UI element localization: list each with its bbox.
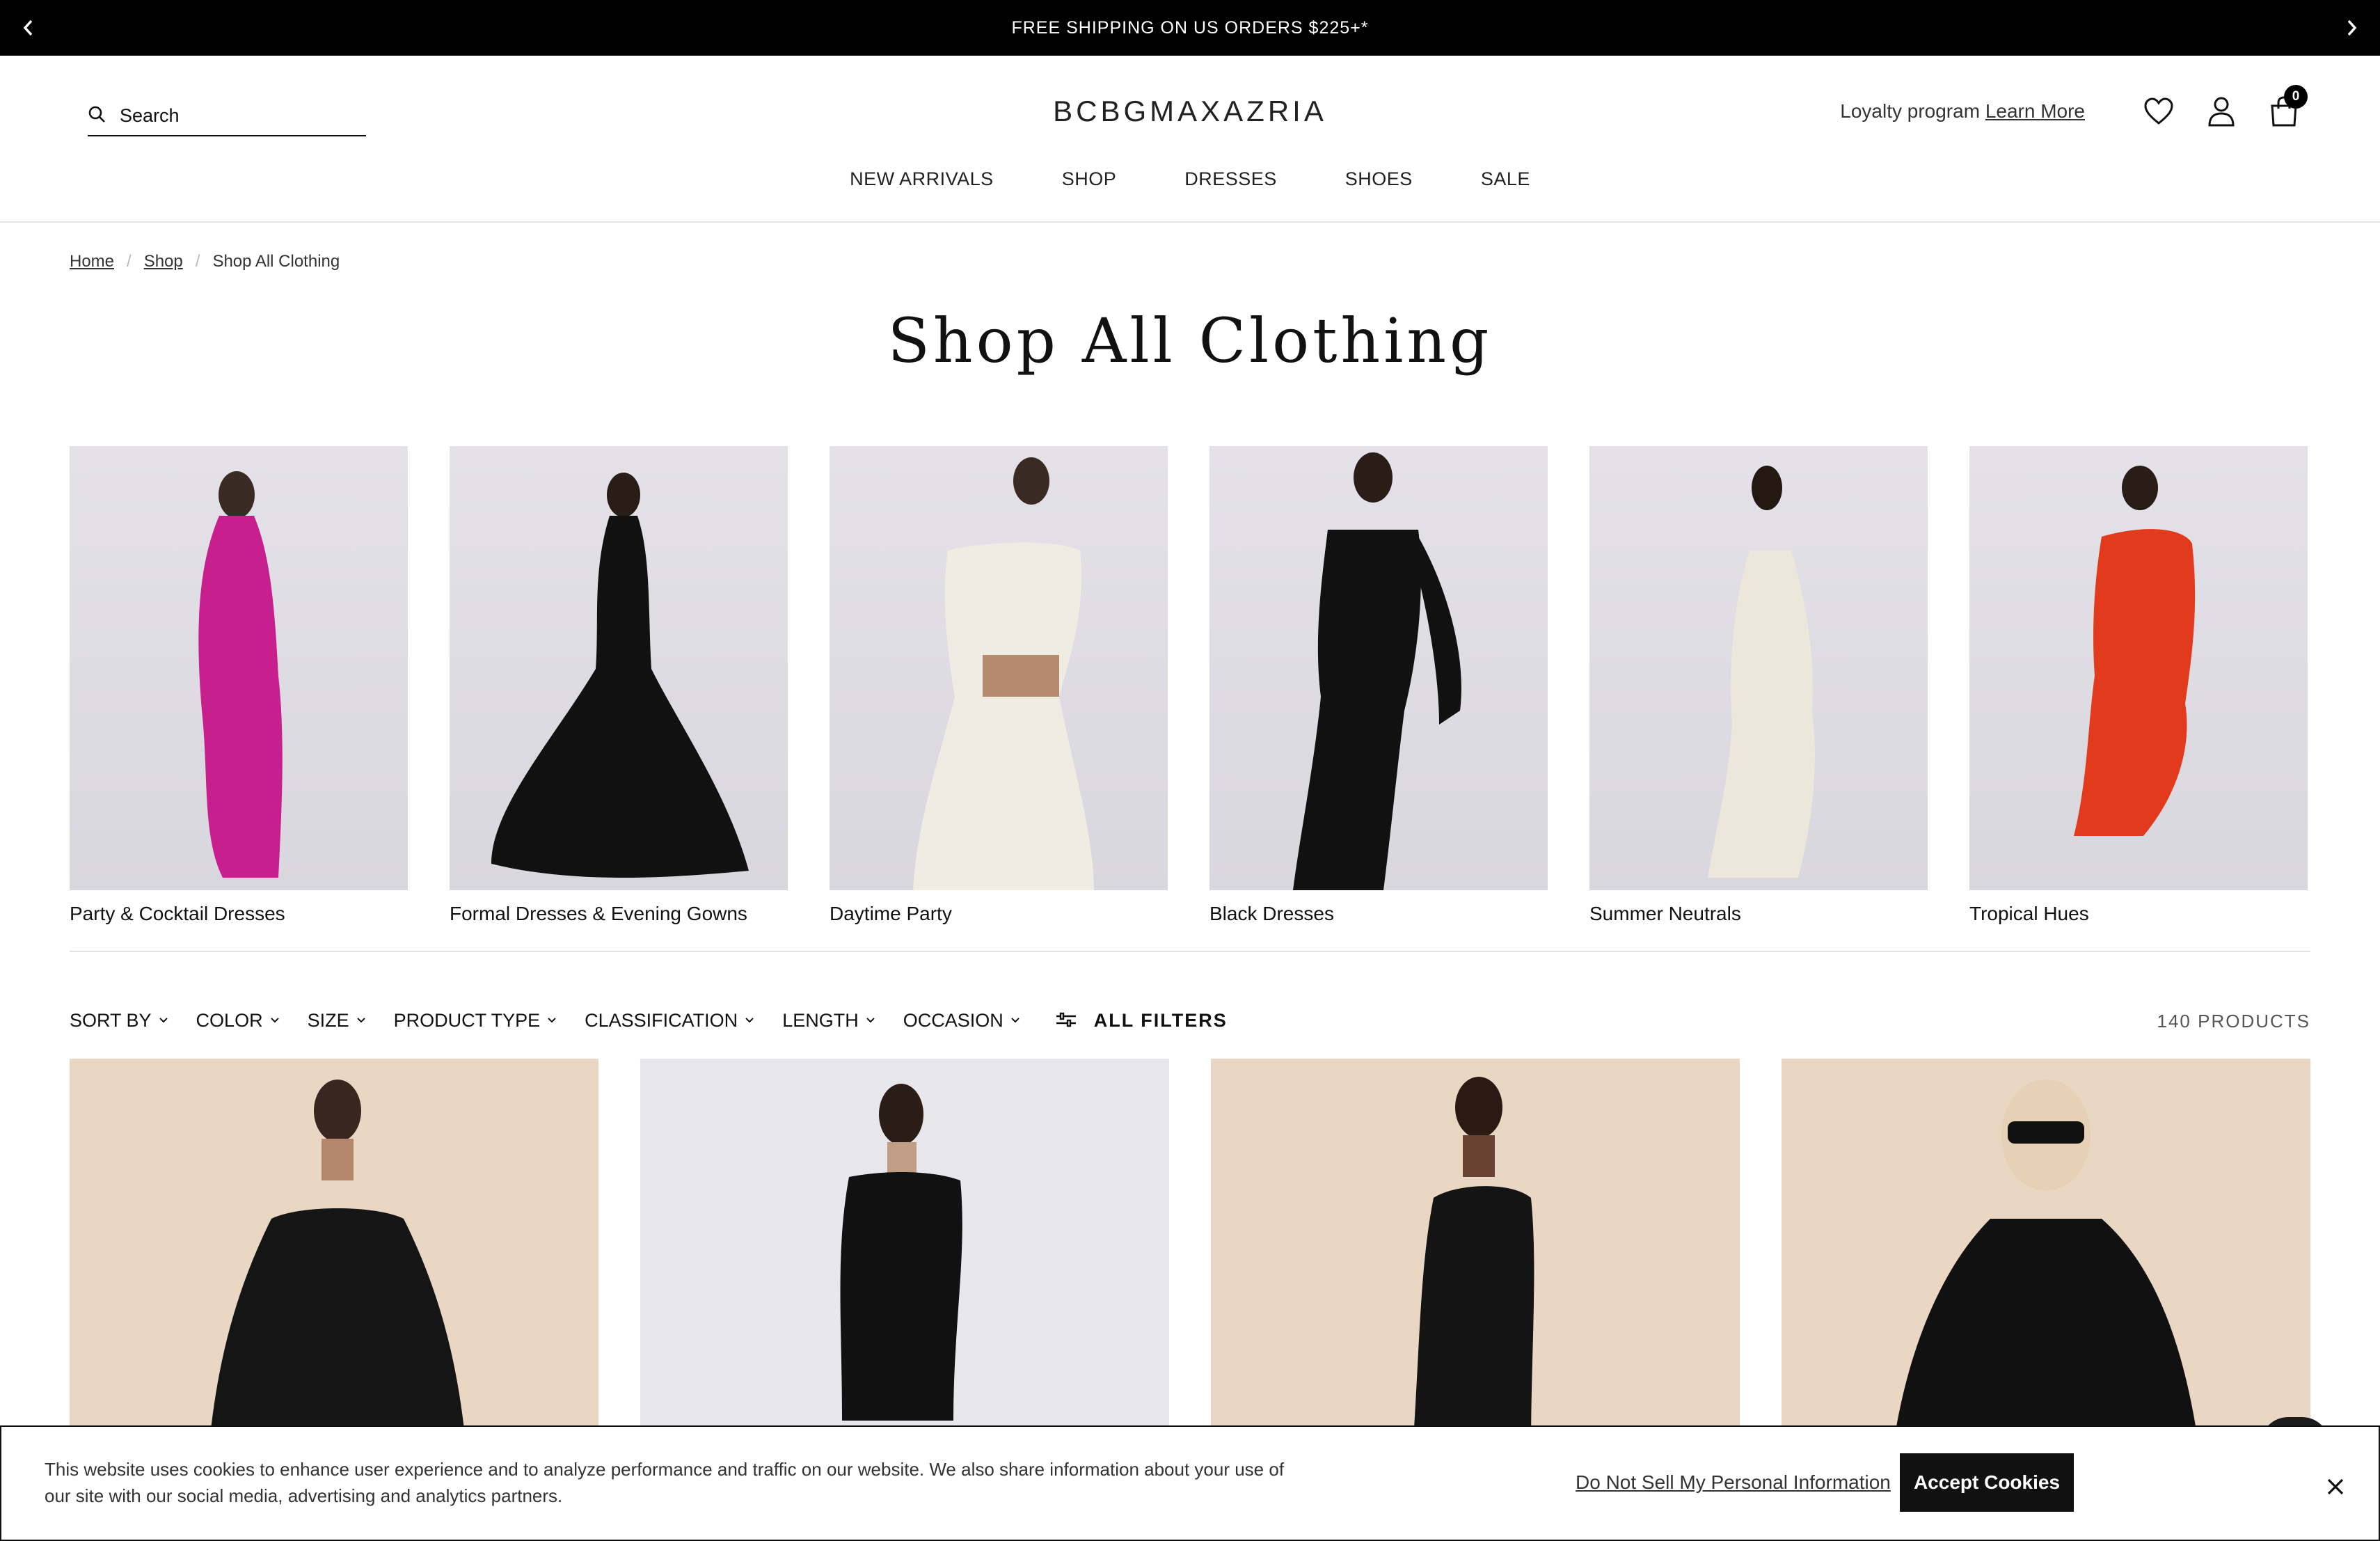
chevron-left-icon[interactable]	[0, 0, 56, 56]
category-tile[interactable]: Party & Cocktail Dresses	[70, 446, 408, 925]
chevron-down-icon	[866, 1018, 875, 1023]
breadcrumb-home[interactable]: Home	[70, 252, 114, 271]
product-count: 140 PRODUCTS	[2157, 1011, 2310, 1032]
category-tile[interactable]: Black Dresses	[1209, 446, 1548, 925]
account-icon[interactable]	[2202, 92, 2241, 131]
main-nav: NEW ARRIVALS SHOP DRESSES SHOES SALE	[0, 168, 2380, 190]
category-image	[70, 446, 408, 890]
breadcrumb-current: Shop All Clothing	[212, 252, 340, 271]
product-card[interactable]	[70, 1059, 598, 1448]
model-figure	[198, 471, 283, 878]
page-title: Shop All Clothing	[887, 305, 1493, 377]
category-tile[interactable]: Summer Neutrals	[1589, 446, 1928, 925]
loyalty-text: Loyalty program	[1840, 100, 1981, 122]
nav-dresses[interactable]: DRESSES	[1184, 168, 1277, 190]
category-image	[1209, 446, 1548, 890]
nav-sale[interactable]: SALE	[1481, 168, 1530, 190]
category-image	[1969, 446, 2308, 890]
announcement-message[interactable]: FREE SHIPPING ON US ORDERS $225+*	[1011, 18, 1368, 38]
model-figure	[1293, 452, 1461, 890]
sliders-icon	[1056, 1012, 1076, 1027]
filter-label: SORT BY	[70, 1009, 152, 1031]
product-grid	[70, 1059, 2310, 1448]
heart-icon[interactable]	[2139, 92, 2178, 131]
chevron-down-icon	[1011, 1018, 1020, 1023]
search-icon	[88, 105, 106, 127]
nav-shoes[interactable]: SHOES	[1345, 168, 1413, 190]
model-figure	[2074, 466, 2196, 836]
do-not-sell-link[interactable]: Do Not Sell My Personal Information	[1576, 1471, 1891, 1494]
chevron-down-icon	[548, 1018, 556, 1023]
product-card[interactable]	[1782, 1059, 2310, 1448]
all-filters-button[interactable]: ALL FILTERS	[1056, 1010, 1228, 1032]
cart-icon[interactable]: 0	[2264, 85, 2308, 131]
chevron-down-icon	[745, 1018, 754, 1023]
breadcrumb-separator: /	[195, 252, 200, 271]
site-header: BCBGMAXAZRIA Loyalty program Learn More …	[0, 56, 2380, 223]
chevron-right-icon[interactable]	[2324, 0, 2380, 56]
filter-sort-by[interactable]: SORT BY	[70, 1010, 168, 1032]
product-image	[840, 1084, 962, 1421]
category-label[interactable]: Daytime Party	[830, 903, 1168, 925]
cookie-banner: This website uses cookies to enhance use…	[0, 1425, 2380, 1541]
category-image	[1589, 446, 1928, 890]
product-image	[209, 1080, 466, 1448]
category-label[interactable]: Party & Cocktail Dresses	[70, 903, 408, 925]
cookie-text: This website uses cookies to enhance use…	[45, 1459, 1285, 1506]
loyalty-program: Loyalty program Learn More	[1840, 100, 2085, 123]
chevron-down-icon	[356, 1018, 365, 1023]
category-image	[830, 446, 1168, 890]
filter-classification[interactable]: CLASSIFICATION	[585, 1010, 754, 1032]
model-figure	[913, 457, 1094, 890]
brand-logo[interactable]: BCBGMAXAZRIA	[1053, 95, 1327, 127]
accept-cookies-button[interactable]: Accept Cookies	[1900, 1453, 2074, 1512]
filter-label: LENGTH	[782, 1009, 859, 1031]
filter-occasion[interactable]: OCCASION	[903, 1010, 1020, 1032]
filter-label: OCCASION	[903, 1009, 1003, 1031]
breadcrumb: Home / Shop / Shop All Clothing	[70, 252, 340, 271]
section-divider	[70, 951, 2310, 952]
filter-color[interactable]: COLOR	[196, 1010, 280, 1032]
cart-count-badge: 0	[2284, 85, 2308, 109]
breadcrumb-separator: /	[127, 252, 132, 271]
search-box[interactable]	[88, 96, 366, 136]
filter-label: SIZE	[307, 1009, 349, 1031]
loyalty-learn-more-link[interactable]: Learn More	[1985, 100, 2085, 122]
model-figure	[1708, 466, 1815, 878]
chevron-down-icon	[270, 1018, 279, 1023]
category-tile[interactable]: Formal Dresses & Evening Gowns	[450, 446, 788, 925]
category-label[interactable]: Summer Neutrals	[1589, 903, 1928, 925]
all-filters-label: ALL FILTERS	[1093, 1009, 1228, 1031]
category-tile[interactable]: Tropical Hues	[1969, 446, 2308, 925]
filter-label: COLOR	[196, 1009, 263, 1031]
product-card[interactable]	[640, 1059, 1169, 1448]
filter-length[interactable]: LENGTH	[782, 1010, 875, 1032]
filter-bar: SORT BY COLOR SIZE PRODUCT TYPE CLASSIFI…	[70, 1006, 1228, 1034]
product-image	[1893, 1080, 2199, 1448]
breadcrumb-shop[interactable]: Shop	[144, 252, 183, 271]
filter-size[interactable]: SIZE	[308, 1010, 366, 1032]
close-icon[interactable]	[2316, 1467, 2355, 1506]
nav-shop[interactable]: SHOP	[1062, 168, 1117, 190]
nav-new-arrivals[interactable]: NEW ARRIVALS	[850, 168, 994, 190]
category-label[interactable]: Tropical Hues	[1969, 903, 2308, 925]
category-image	[450, 446, 788, 890]
model-figure	[491, 473, 749, 878]
product-card[interactable]	[1211, 1059, 1740, 1448]
category-tiles: Party & Cocktail Dresses Formal Dresses …	[70, 446, 2310, 925]
filter-product-type[interactable]: PRODUCT TYPE	[394, 1010, 557, 1032]
search-input[interactable]	[120, 104, 342, 127]
chevron-down-icon	[159, 1018, 168, 1023]
filter-label: CLASSIFICATION	[585, 1009, 738, 1031]
filter-label: PRODUCT TYPE	[393, 1009, 541, 1031]
category-tile[interactable]: Daytime Party	[830, 446, 1168, 925]
category-label[interactable]: Black Dresses	[1209, 903, 1548, 925]
announcement-bar: FREE SHIPPING ON US ORDERS $225+*	[0, 0, 2380, 56]
category-label[interactable]: Formal Dresses & Evening Gowns	[450, 903, 788, 925]
product-image	[1413, 1077, 1534, 1448]
